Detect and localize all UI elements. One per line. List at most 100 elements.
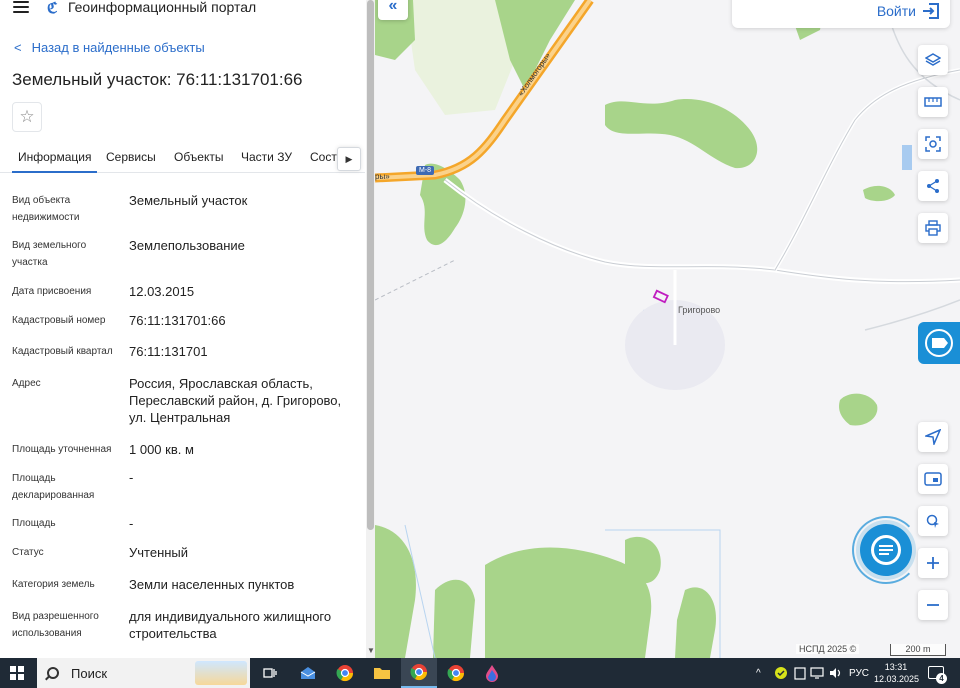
tab-composition[interactable]: Состав [310, 150, 340, 164]
highway-label-left: ры» [375, 172, 390, 181]
prop-label-land-category: Категория земель [12, 579, 95, 590]
prop-value-land-category: Земли населенных пунктов [129, 577, 295, 592]
select-area-button[interactable] [918, 129, 948, 159]
mail-app-icon [300, 667, 316, 679]
minimap-button[interactable] [918, 464, 948, 494]
forest-area [405, 0, 515, 115]
forest-area [863, 185, 895, 202]
share-icon [927, 179, 939, 193]
clipboard-icon [794, 667, 806, 680]
geolocation-icon [926, 514, 939, 528]
prop-value-cadastral-block: 76:11:131701 [129, 344, 208, 359]
geolocation-button[interactable] [918, 506, 948, 536]
prop-label-cadastral-number: Кадастровый номер [12, 315, 106, 326]
login-button[interactable]: Войти [877, 3, 940, 19]
selected-parcel [652, 289, 669, 304]
print-button[interactable] [918, 213, 948, 243]
prop-label-address: Адрес [12, 378, 41, 389]
forest-area [625, 536, 661, 584]
ruler-icon [924, 97, 942, 107]
prop-label-area: Площадь [12, 518, 56, 529]
prop-label-land-type: Вид земельного участка [12, 240, 87, 268]
tab-information[interactable]: Информация [11, 150, 99, 173]
chrome-profile-icon [410, 664, 428, 681]
task-view-button[interactable] [252, 658, 288, 688]
star-icon: ☆ [19, 107, 35, 126]
navigation-arrow-icon [925, 429, 941, 445]
scroll-down-icon[interactable]: ▼ [367, 646, 375, 655]
prop-value-permitted-use: для индивидуального жилищного строительс… [129, 609, 332, 641]
prop-label-permitted-use: Вид разрешенного использования [12, 611, 99, 639]
tabs-scroll-right-button[interactable]: ▶ [337, 147, 361, 171]
zoom-out-button[interactable] [918, 590, 948, 620]
taskbar-clock[interactable]: 13:31 12.03.2025 [874, 661, 920, 685]
back-to-results-link[interactable]: < Назад в найденные объекты [14, 40, 205, 55]
forest-area [675, 587, 716, 658]
water-area [902, 145, 912, 170]
clock-date: 12.03.2025 [874, 674, 920, 684]
tab-objects[interactable]: Объекты [174, 150, 224, 164]
favorite-button[interactable]: ☆ [12, 102, 42, 132]
taskbar-app-mail[interactable] [290, 658, 326, 688]
taskbar-app-explorer[interactable] [364, 658, 400, 688]
clock-time: 13:31 [884, 662, 908, 672]
layers-icon [925, 53, 941, 66]
search-label: Поиск [71, 665, 108, 681]
collapse-panel-button[interactable]: « [378, 0, 408, 20]
prop-label-area-precise: Площадь уточненная [12, 444, 112, 455]
taskbar: Поиск ^ РУС 13:31 12.03.2025 4 [0, 658, 960, 688]
side-panel-tab[interactable] [918, 322, 960, 364]
tray-clipboard-icon[interactable] [794, 658, 806, 688]
double-chevron-left-icon: « [388, 0, 398, 14]
login-label: Войти [876, 3, 916, 19]
panel-scrollbar[interactable]: ▼ [366, 0, 375, 658]
select-area-icon [925, 136, 941, 152]
login-container: Войти [732, 0, 950, 28]
prop-label-area-declared: Площадь декларированная [12, 473, 95, 501]
chat-button[interactable] [860, 524, 912, 576]
tab-services[interactable]: Сервисы [106, 150, 156, 164]
road [375, 259, 456, 301]
tray-volume-icon[interactable] [829, 658, 843, 688]
taskbar-app-drop[interactable] [474, 658, 510, 688]
tray-overflow-icon[interactable]: ^ [756, 658, 761, 688]
prop-value-area-declared: - [129, 470, 134, 485]
taskbar-app-chrome-active[interactable] [401, 658, 437, 688]
share-button[interactable] [918, 171, 948, 201]
road-shield-m8: М-8 [416, 166, 435, 175]
prop-value-land-type: Землепользование [129, 238, 245, 253]
minus-icon [927, 604, 939, 606]
notifications-count: 4 [936, 673, 947, 684]
panel-header: ℭ Геоинформационный портал [0, 0, 365, 20]
taskbar-app-chrome-second[interactable] [438, 658, 474, 688]
village-label: Григорово [678, 305, 721, 315]
minimap-icon [924, 472, 942, 486]
network-icon [810, 667, 824, 679]
tray-app-icon[interactable] [774, 658, 788, 688]
login-icon [923, 3, 939, 19]
windows-start-button[interactable] [10, 666, 24, 680]
prop-label-date: Дата присвоения [12, 286, 92, 297]
tray-network-icon[interactable] [810, 658, 824, 688]
layers-button[interactable] [918, 45, 948, 75]
search-highlight-image [195, 661, 247, 685]
map-scale: 200 m [890, 644, 946, 656]
search-icon [47, 667, 59, 679]
tab-parts[interactable]: Части ЗУ [241, 150, 292, 164]
zoom-in-button[interactable] [918, 548, 948, 578]
back-link-label: Назад в найденные объекты [31, 40, 205, 55]
measure-button[interactable] [918, 87, 948, 117]
forest-area [433, 579, 475, 658]
locate-button[interactable] [918, 422, 948, 452]
folder-icon [374, 668, 390, 679]
chat-icon [871, 535, 901, 565]
prop-value-date: 12.03.2015 [129, 284, 195, 299]
scrollbar-thumb[interactable] [367, 0, 374, 530]
taskbar-app-chrome[interactable] [327, 658, 363, 688]
side-panel-icon [925, 329, 953, 357]
prop-value-status: Учтенный [129, 545, 189, 560]
menu-icon[interactable] [13, 1, 29, 13]
tray-language[interactable]: РУС [849, 658, 869, 688]
prop-label-status: Статус [12, 547, 44, 558]
prop-label-object-type: Вид объекта недвижимости [12, 195, 80, 223]
